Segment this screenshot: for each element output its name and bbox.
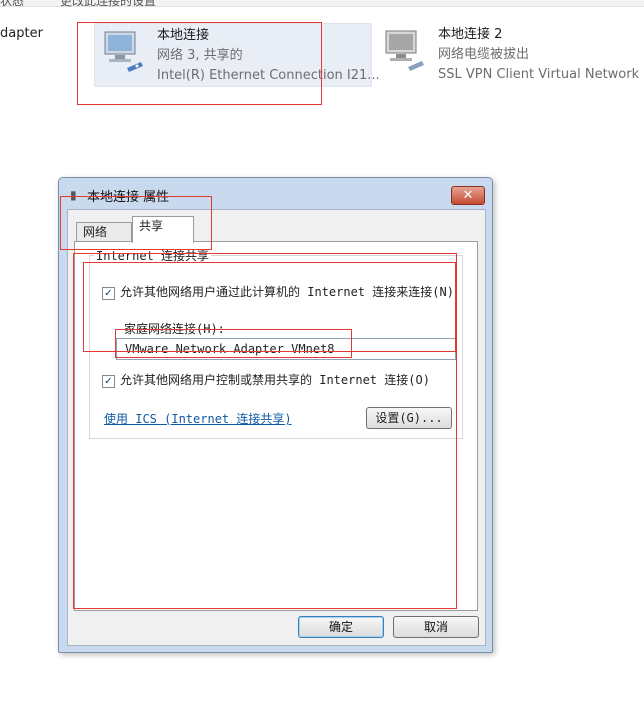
sharing-tab-page: Internet 连接共享 ✓ 允许其他网络用户通过此计算机的 Internet… xyxy=(74,241,478,611)
connection-local-selected[interactable]: 本地连接 网络 3, 共享的 Intel(R) Ethernet Connect… xyxy=(94,23,380,87)
tab-network[interactable]: 网络 xyxy=(76,222,132,242)
allow-control-checkbox[interactable]: ✓ xyxy=(102,375,115,388)
connection-status: 网络 3, 共享的 xyxy=(157,48,243,63)
dialog-client-area: 网络 共享 Internet 连接共享 ✓ 允许其他网络用户通过此计算机的 In… xyxy=(67,209,486,646)
dialog-title: 本地连接 属性 xyxy=(87,190,170,205)
partial-adapter-label: dapter xyxy=(0,26,43,41)
home-network-label: 家庭网络连接(H): xyxy=(124,322,225,336)
cancel-button[interactable]: 取消 xyxy=(393,616,479,638)
connection-device: Intel(R) Ethernet Connection I21... xyxy=(157,68,380,83)
properties-dialog: ▮ 本地连接 属性 ✕ 网络 共享 Internet 连接共享 ✓ 允许其他网络… xyxy=(58,177,493,653)
connection-device: SSL VPN Client Virtual Network ... xyxy=(438,67,644,82)
ok-button[interactable]: 确定 xyxy=(298,616,384,638)
settings-button[interactable]: 设置(G)... xyxy=(366,407,452,429)
connection-local-2[interactable]: 本地连接 2 网络电缆被拔出 SSL VPN Client Virtual Ne… xyxy=(376,23,644,85)
network-adapter-icon xyxy=(104,31,143,72)
connection-name: 本地连接 xyxy=(157,28,210,43)
tab-sharing[interactable]: 共享 xyxy=(132,216,194,243)
home-network-value: VMware Network Adapter VMnet8 xyxy=(125,342,335,356)
toolbar-change-settings[interactable]: 更改此连接的设置 xyxy=(60,0,156,9)
home-network-field[interactable]: VMware Network Adapter VMnet8 xyxy=(116,338,456,360)
toolbar-status-label[interactable]: 状态 xyxy=(0,0,24,9)
allow-connect-label[interactable]: 允许其他网络用户通过此计算机的 Internet 连接来连接(N) xyxy=(120,286,455,299)
group-label: Internet 连接共享 xyxy=(94,247,212,264)
close-button[interactable]: ✕ xyxy=(451,186,485,205)
ics-help-link[interactable]: 使用 ICS (Internet 连接共享) xyxy=(104,410,292,427)
connection-status: 网络电缆被拔出 xyxy=(438,47,530,62)
ics-group: Internet 连接共享 ✓ 允许其他网络用户通过此计算机的 Internet… xyxy=(89,247,463,439)
allow-connect-checkbox[interactable]: ✓ xyxy=(102,287,115,300)
allow-control-label[interactable]: 允许其他网络用户控制或禁用共享的 Internet 连接(O) xyxy=(120,374,450,387)
connection-name: 本地连接 2 xyxy=(438,27,503,42)
network-adapter-disconnected-icon xyxy=(385,30,424,71)
explorer-toolbar: 状态 更改此连接的设置 xyxy=(0,0,644,9)
network-icon: ▮ xyxy=(70,188,77,202)
